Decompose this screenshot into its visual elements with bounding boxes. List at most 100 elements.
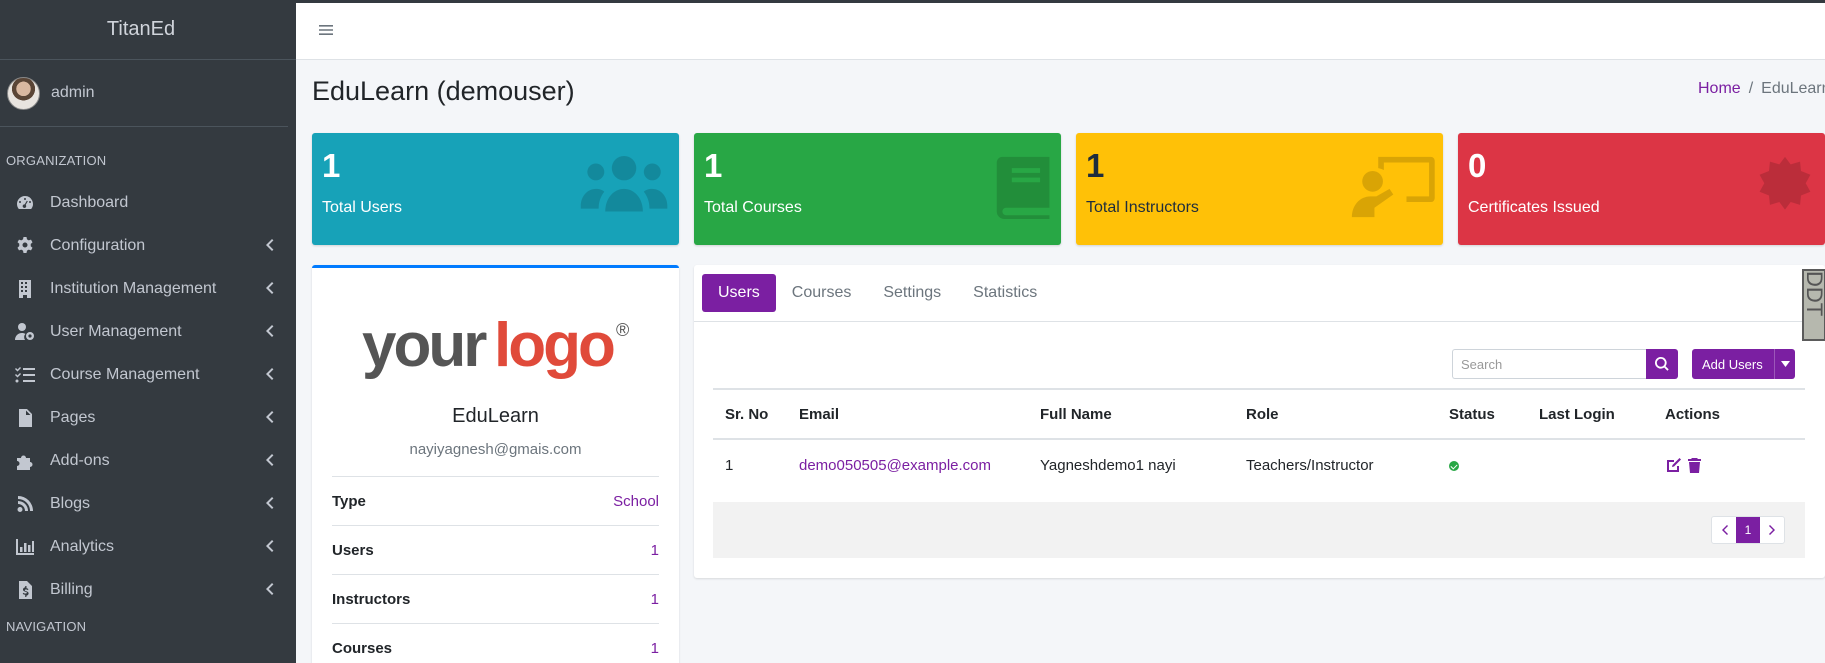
stat-box-certificates-issued[interactable]: 0 Certificates Issued [1458, 133, 1825, 245]
stat-value: 1 [704, 147, 723, 184]
detail-value[interactable]: School [613, 493, 659, 510]
table-row: 1 demo050505@example.com Yagneshdemo1 na… [713, 439, 1805, 491]
stat-label: Total Instructors [1086, 199, 1199, 216]
sidebar-item-label: Institution Management [50, 279, 217, 297]
user-name[interactable]: admin [51, 84, 95, 102]
detail-label: Courses [332, 639, 393, 657]
stat-label: Certificates Issued [1468, 199, 1600, 216]
pagination-next-button[interactable] [1760, 517, 1784, 543]
detail-label: Type [332, 492, 366, 510]
stat-box-total-instructors[interactable]: 1 Total Instructors [1076, 133, 1443, 245]
logo-text-2: logo [494, 311, 614, 380]
cell-status [1437, 439, 1527, 491]
sidebar-item-add-ons[interactable]: Add-ons [0, 439, 296, 482]
table-header-row: Sr. No Email Full Name Role Status Last … [713, 388, 1805, 440]
user-panel[interactable]: admin [0, 60, 288, 127]
pagination: 1 [1711, 516, 1785, 544]
stat-value: 1 [1086, 147, 1105, 184]
sidebar-item-course-management[interactable]: Course Management [0, 353, 296, 396]
detail-value[interactable]: 1 [651, 542, 659, 559]
tabs-header: Users Courses Settings Statistics [694, 265, 1825, 322]
edit-icon[interactable] [1665, 457, 1682, 474]
detail-value[interactable]: 1 [651, 640, 659, 657]
sidebar-item-label: Pages [50, 408, 96, 426]
page-title: EduLearn (demouser) [312, 76, 575, 106]
cell-role: Teachers/Instructor [1246, 457, 1374, 474]
chevron-left-icon [1721, 525, 1728, 535]
avatar[interactable] [7, 76, 40, 110]
add-users-button[interactable]: Add Users [1692, 349, 1795, 379]
top-navbar [296, 3, 1825, 60]
brand-name[interactable]: TitanEd [0, 0, 296, 60]
book-icon [953, 153, 1053, 221]
chevron-left-icon [264, 410, 274, 424]
breadcrumb: Home / EduLearn [1698, 80, 1825, 98]
breadcrumb-separator: / [1748, 80, 1754, 97]
pagination-page-current[interactable]: 1 [1736, 517, 1760, 543]
chevron-left-icon [264, 281, 274, 295]
logo-text-1: your [362, 311, 487, 380]
sidebar-item-billing[interactable]: Billing [0, 568, 296, 611]
col-header-full-name[interactable]: Full Name [1028, 388, 1234, 440]
hamburger-menu-icon[interactable] [318, 22, 334, 38]
chevron-left-icon [264, 453, 274, 467]
sidebar-item-dashboard[interactable]: Dashboard [0, 181, 296, 224]
puzzle-icon [14, 451, 36, 471]
cell-email-link[interactable]: demo050505@example.com [787, 439, 1028, 491]
add-users-label: Add Users [1702, 356, 1763, 372]
building-icon [14, 279, 36, 299]
search-input[interactable] [1452, 349, 1646, 379]
side-tab-handle[interactable]: DDT [1802, 269, 1825, 341]
table-footer [713, 502, 1805, 558]
col-header-last-login[interactable]: Last Login [1527, 388, 1653, 440]
detail-value[interactable]: 1 [651, 591, 659, 608]
caret-down-icon [1780, 361, 1790, 367]
col-header-email[interactable]: Email [787, 388, 1028, 440]
search-icon [1655, 357, 1669, 371]
col-header-sr-no[interactable]: Sr. No [713, 388, 787, 440]
search-button[interactable] [1646, 349, 1678, 379]
sidebar-item-label: Analytics [50, 537, 115, 555]
stat-value: 0 [1468, 147, 1487, 184]
col-header-actions: Actions [1653, 388, 1805, 440]
users-icon [571, 153, 671, 221]
nav-header-navigation: NAVIGATION [6, 619, 87, 634]
certificate-icon [1717, 153, 1817, 221]
sidebar-item-configuration[interactable]: Configuration [0, 224, 296, 267]
stat-box-total-courses[interactable]: 1 Total Courses [694, 133, 1061, 245]
list-item: Instructors 1 [332, 575, 659, 624]
search-group [1452, 349, 1678, 379]
sidebar-nav: Dashboard Configuration Institution Mana… [0, 181, 296, 611]
pagination-prev-button[interactable] [1712, 517, 1736, 543]
nav-header-organization: ORGANIZATION [6, 153, 107, 168]
add-users-dropdown-toggle[interactable] [1774, 349, 1795, 379]
detail-label: Users [332, 541, 374, 559]
institution-email: nayiyagnesh@gmais.com [409, 441, 582, 458]
trash-icon[interactable] [1686, 457, 1703, 474]
sidebar-item-label: Course Management [50, 365, 200, 383]
stat-box-total-users[interactable]: 1 Total Users [312, 133, 679, 245]
tab-users[interactable]: Users [702, 274, 776, 312]
sidebar-item-user-management[interactable]: User Management [0, 310, 296, 353]
tab-statistics[interactable]: Statistics [957, 274, 1053, 312]
status-active-icon [1449, 461, 1459, 471]
tab-settings[interactable]: Settings [867, 274, 957, 312]
col-header-role[interactable]: Role [1234, 388, 1437, 440]
sidebar-item-label: Dashboard [50, 193, 129, 211]
sidebar-item-analytics[interactable]: Analytics [0, 525, 296, 568]
stat-label: Total Users [322, 199, 403, 216]
breadcrumb-home-link[interactable]: Home [1698, 80, 1741, 97]
chevron-left-icon [264, 496, 274, 510]
sidebar-item-blogs[interactable]: Blogs [0, 482, 296, 525]
sidebar-item-pages[interactable]: Pages [0, 396, 296, 439]
tab-courses[interactable]: Courses [776, 274, 868, 312]
invoice-icon [14, 580, 36, 600]
blog-icon [14, 494, 36, 514]
sidebar-item-institution-management[interactable]: Institution Management [0, 267, 296, 310]
sidebar-item-label: Add-ons [50, 451, 110, 469]
col-header-status[interactable]: Status [1437, 388, 1527, 440]
profile-details-list: Type School Users 1 Instructors 1 Courses 1 [332, 476, 659, 663]
institution-profile-card: your logo ® EduLearn nayiyagnesh@gmais.c… [312, 265, 679, 663]
chevron-left-icon [264, 367, 274, 381]
sidebar: TitanEd admin ORGANIZATION Dashboard Con… [0, 0, 296, 663]
